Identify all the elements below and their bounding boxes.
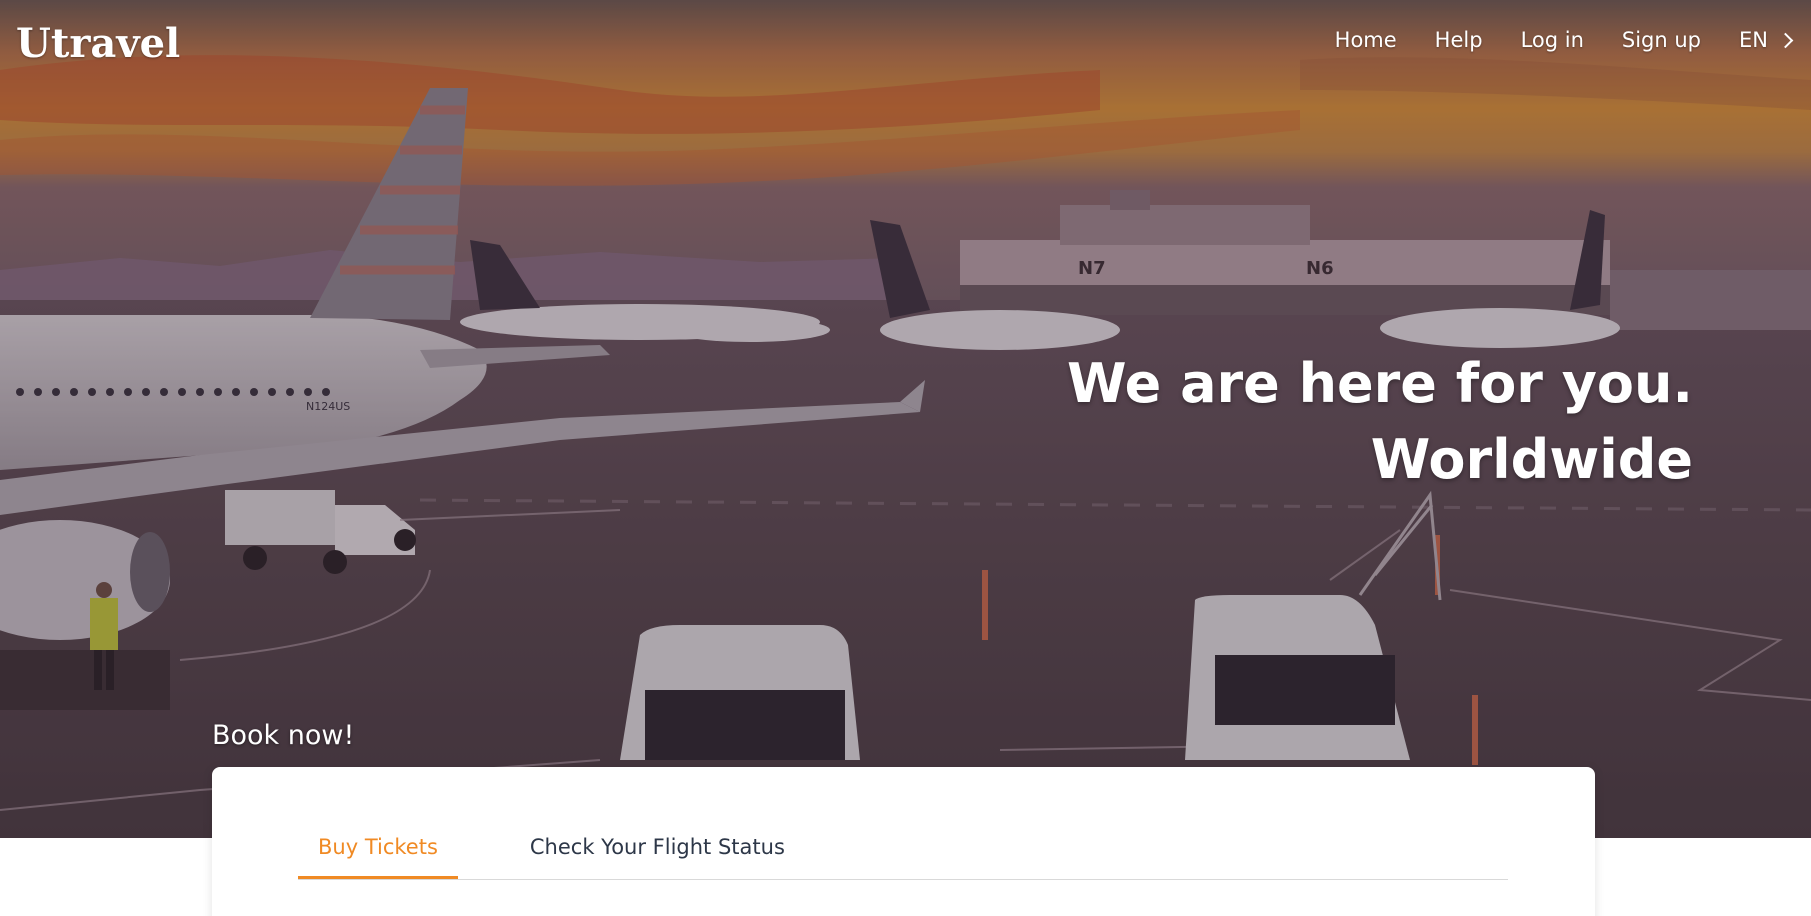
nav-login-link[interactable]: Log in bbox=[1521, 28, 1584, 52]
nav-signup-link[interactable]: Sign up bbox=[1622, 28, 1701, 52]
language-selector[interactable]: EN bbox=[1739, 28, 1794, 52]
hero-headline-line2: Worldwide bbox=[1370, 428, 1693, 491]
brand-logo[interactable]: Utravel bbox=[16, 20, 180, 68]
chevron-right-icon bbox=[1777, 32, 1794, 48]
tab-check-flight-status[interactable]: Check Your Flight Status bbox=[510, 831, 805, 879]
top-nav: Home Help Log in Sign up EN bbox=[1335, 28, 1794, 52]
hero-headline-line1: We are here for you. bbox=[1067, 352, 1693, 415]
nav-home-link[interactable]: Home bbox=[1335, 28, 1397, 52]
page: N7 N6 N124US Utravel Home Help Log in Si… bbox=[0, 0, 1811, 916]
hero-headline: We are here for you. Worldwide bbox=[1067, 346, 1693, 498]
nav-help-link[interactable]: Help bbox=[1435, 28, 1483, 52]
book-now-heading: Book now! bbox=[212, 720, 355, 751]
booking-card: Buy Tickets Check Your Flight Status bbox=[212, 767, 1595, 916]
tab-buy-tickets[interactable]: Buy Tickets bbox=[298, 831, 458, 879]
booking-tabs: Buy Tickets Check Your Flight Status bbox=[298, 831, 1508, 880]
language-label: EN bbox=[1739, 28, 1768, 52]
